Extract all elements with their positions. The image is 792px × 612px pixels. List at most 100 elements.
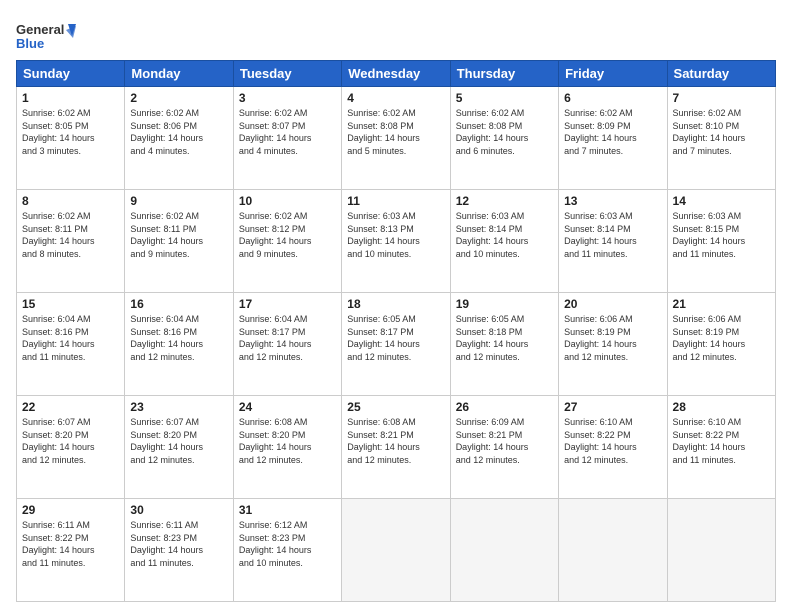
header-day-friday: Friday [559, 61, 667, 87]
day-cell: 23 Sunrise: 6:07 AM Sunset: 8:20 PM Dayli… [125, 396, 233, 499]
header-day-monday: Monday [125, 61, 233, 87]
day-info: Sunrise: 6:07 AM Sunset: 8:20 PM Dayligh… [22, 416, 119, 466]
day-info: Sunrise: 6:11 AM Sunset: 8:22 PM Dayligh… [22, 519, 119, 569]
logo: General Blue [16, 16, 76, 52]
day-number: 26 [456, 400, 553, 414]
day-number: 2 [130, 91, 227, 105]
calendar-table: SundayMondayTuesdayWednesdayThursdayFrid… [16, 60, 776, 602]
day-cell: 15 Sunrise: 6:04 AM Sunset: 8:16 PM Dayli… [17, 293, 125, 396]
logo-block: General Blue [16, 16, 76, 52]
day-cell: 30 Sunrise: 6:11 AM Sunset: 8:23 PM Dayli… [125, 499, 233, 602]
day-cell: 9Sunrise: 6:02 AM Sunset: 8:11 PM Daylig… [125, 190, 233, 293]
day-number: 14 [673, 194, 770, 208]
header-day-saturday: Saturday [667, 61, 775, 87]
week-row-3: 15 Sunrise: 6:04 AM Sunset: 8:16 PM Dayli… [17, 293, 776, 396]
day-info: Sunrise: 6:02 AM Sunset: 8:11 PM Dayligh… [22, 210, 119, 260]
day-info: Sunrise: 6:02 AM Sunset: 8:07 PM Dayligh… [239, 107, 336, 157]
day-number: 31 [239, 503, 336, 517]
day-number: 12 [456, 194, 553, 208]
header-day-tuesday: Tuesday [233, 61, 341, 87]
day-number: 10 [239, 194, 336, 208]
day-info: Sunrise: 6:02 AM Sunset: 8:11 PM Dayligh… [130, 210, 227, 260]
day-info: Sunrise: 6:03 AM Sunset: 8:14 PM Dayligh… [456, 210, 553, 260]
day-number: 3 [239, 91, 336, 105]
day-number: 6 [564, 91, 661, 105]
header-day-wednesday: Wednesday [342, 61, 450, 87]
day-cell: 11Sunrise: 6:03 AM Sunset: 8:13 PM Dayli… [342, 190, 450, 293]
svg-text:Blue: Blue [16, 36, 44, 51]
day-number: 20 [564, 297, 661, 311]
day-info: Sunrise: 6:07 AM Sunset: 8:20 PM Dayligh… [130, 416, 227, 466]
day-number: 25 [347, 400, 444, 414]
day-cell: 1 Sunrise: 6:02 AM Sunset: 8:05 PM Daylig… [17, 87, 125, 190]
day-info: Sunrise: 6:02 AM Sunset: 8:05 PM Dayligh… [22, 107, 119, 157]
day-info: Sunrise: 6:02 AM Sunset: 8:12 PM Dayligh… [239, 210, 336, 260]
day-info: Sunrise: 6:08 AM Sunset: 8:21 PM Dayligh… [347, 416, 444, 466]
day-cell: 19 Sunrise: 6:05 AM Sunset: 8:18 PM Dayli… [450, 293, 558, 396]
day-number: 24 [239, 400, 336, 414]
day-info: Sunrise: 6:10 AM Sunset: 8:22 PM Dayligh… [564, 416, 661, 466]
day-info: Sunrise: 6:02 AM Sunset: 8:08 PM Dayligh… [347, 107, 444, 157]
day-number: 22 [22, 400, 119, 414]
week-row-2: 8 Sunrise: 6:02 AM Sunset: 8:11 PM Daylig… [17, 190, 776, 293]
day-info: Sunrise: 6:02 AM Sunset: 8:09 PM Dayligh… [564, 107, 661, 157]
day-number: 19 [456, 297, 553, 311]
day-info: Sunrise: 6:11 AM Sunset: 8:23 PM Dayligh… [130, 519, 227, 569]
day-number: 30 [130, 503, 227, 517]
day-number: 1 [22, 91, 119, 105]
day-cell: 31 Sunrise: 6:12 AM Sunset: 8:23 PM Dayli… [233, 499, 341, 602]
day-cell: 6 Sunrise: 6:02 AM Sunset: 8:09 PM Daylig… [559, 87, 667, 190]
day-cell: 8 Sunrise: 6:02 AM Sunset: 8:11 PM Daylig… [17, 190, 125, 293]
day-number: 21 [673, 297, 770, 311]
day-info: Sunrise: 6:08 AM Sunset: 8:20 PM Dayligh… [239, 416, 336, 466]
day-info: Sunrise: 6:05 AM Sunset: 8:18 PM Dayligh… [456, 313, 553, 363]
day-info: Sunrise: 6:03 AM Sunset: 8:13 PM Dayligh… [347, 210, 444, 260]
day-cell: 13Sunrise: 6:03 AM Sunset: 8:14 PM Dayli… [559, 190, 667, 293]
day-number: 18 [347, 297, 444, 311]
day-cell: 20 Sunrise: 6:06 AM Sunset: 8:19 PM Dayli… [559, 293, 667, 396]
calendar-header: SundayMondayTuesdayWednesdayThursdayFrid… [17, 61, 776, 87]
day-cell [559, 499, 667, 602]
day-cell: 10 Sunrise: 6:02 AM Sunset: 8:12 PM Dayli… [233, 190, 341, 293]
week-row-4: 22 Sunrise: 6:07 AM Sunset: 8:20 PM Dayli… [17, 396, 776, 499]
day-number: 7 [673, 91, 770, 105]
day-cell: 16 Sunrise: 6:04 AM Sunset: 8:16 PM Dayli… [125, 293, 233, 396]
day-info: Sunrise: 6:02 AM Sunset: 8:06 PM Dayligh… [130, 107, 227, 157]
day-info: Sunrise: 6:02 AM Sunset: 8:08 PM Dayligh… [456, 107, 553, 157]
day-cell: 2 Sunrise: 6:02 AM Sunset: 8:06 PM Daylig… [125, 87, 233, 190]
day-number: 27 [564, 400, 661, 414]
day-info: Sunrise: 6:04 AM Sunset: 8:16 PM Dayligh… [22, 313, 119, 363]
day-info: Sunrise: 6:06 AM Sunset: 8:19 PM Dayligh… [564, 313, 661, 363]
day-info: Sunrise: 6:03 AM Sunset: 8:15 PM Dayligh… [673, 210, 770, 260]
day-cell: 3 Sunrise: 6:02 AM Sunset: 8:07 PM Daylig… [233, 87, 341, 190]
day-cell: 7Sunrise: 6:02 AM Sunset: 8:10 PM Daylig… [667, 87, 775, 190]
svg-text:General: General [16, 22, 64, 37]
header-row: SundayMondayTuesdayWednesdayThursdayFrid… [17, 61, 776, 87]
day-info: Sunrise: 6:12 AM Sunset: 8:23 PM Dayligh… [239, 519, 336, 569]
day-number: 29 [22, 503, 119, 517]
day-info: Sunrise: 6:06 AM Sunset: 8:19 PM Dayligh… [673, 313, 770, 363]
day-cell: 25 Sunrise: 6:08 AM Sunset: 8:21 PM Dayli… [342, 396, 450, 499]
header: General Blue [16, 16, 776, 52]
day-cell: 24 Sunrise: 6:08 AM Sunset: 8:20 PM Dayli… [233, 396, 341, 499]
day-number: 23 [130, 400, 227, 414]
day-cell: 5 Sunrise: 6:02 AM Sunset: 8:08 PM Daylig… [450, 87, 558, 190]
day-cell: 27 Sunrise: 6:10 AM Sunset: 8:22 PM Dayli… [559, 396, 667, 499]
calendar-body: 1 Sunrise: 6:02 AM Sunset: 8:05 PM Daylig… [17, 87, 776, 602]
day-cell: 26 Sunrise: 6:09 AM Sunset: 8:21 PM Dayli… [450, 396, 558, 499]
header-day-thursday: Thursday [450, 61, 558, 87]
day-number: 16 [130, 297, 227, 311]
day-number: 8 [22, 194, 119, 208]
day-number: 5 [456, 91, 553, 105]
logo-icon: General Blue [16, 16, 76, 52]
day-number: 13 [564, 194, 661, 208]
day-info: Sunrise: 6:09 AM Sunset: 8:21 PM Dayligh… [456, 416, 553, 466]
day-cell: 28Sunrise: 6:10 AM Sunset: 8:22 PM Dayli… [667, 396, 775, 499]
day-number: 4 [347, 91, 444, 105]
header-day-sunday: Sunday [17, 61, 125, 87]
day-info: Sunrise: 6:04 AM Sunset: 8:16 PM Dayligh… [130, 313, 227, 363]
day-cell: 12 Sunrise: 6:03 AM Sunset: 8:14 PM Dayli… [450, 190, 558, 293]
day-number: 15 [22, 297, 119, 311]
day-cell [667, 499, 775, 602]
day-cell: 22 Sunrise: 6:07 AM Sunset: 8:20 PM Dayli… [17, 396, 125, 499]
